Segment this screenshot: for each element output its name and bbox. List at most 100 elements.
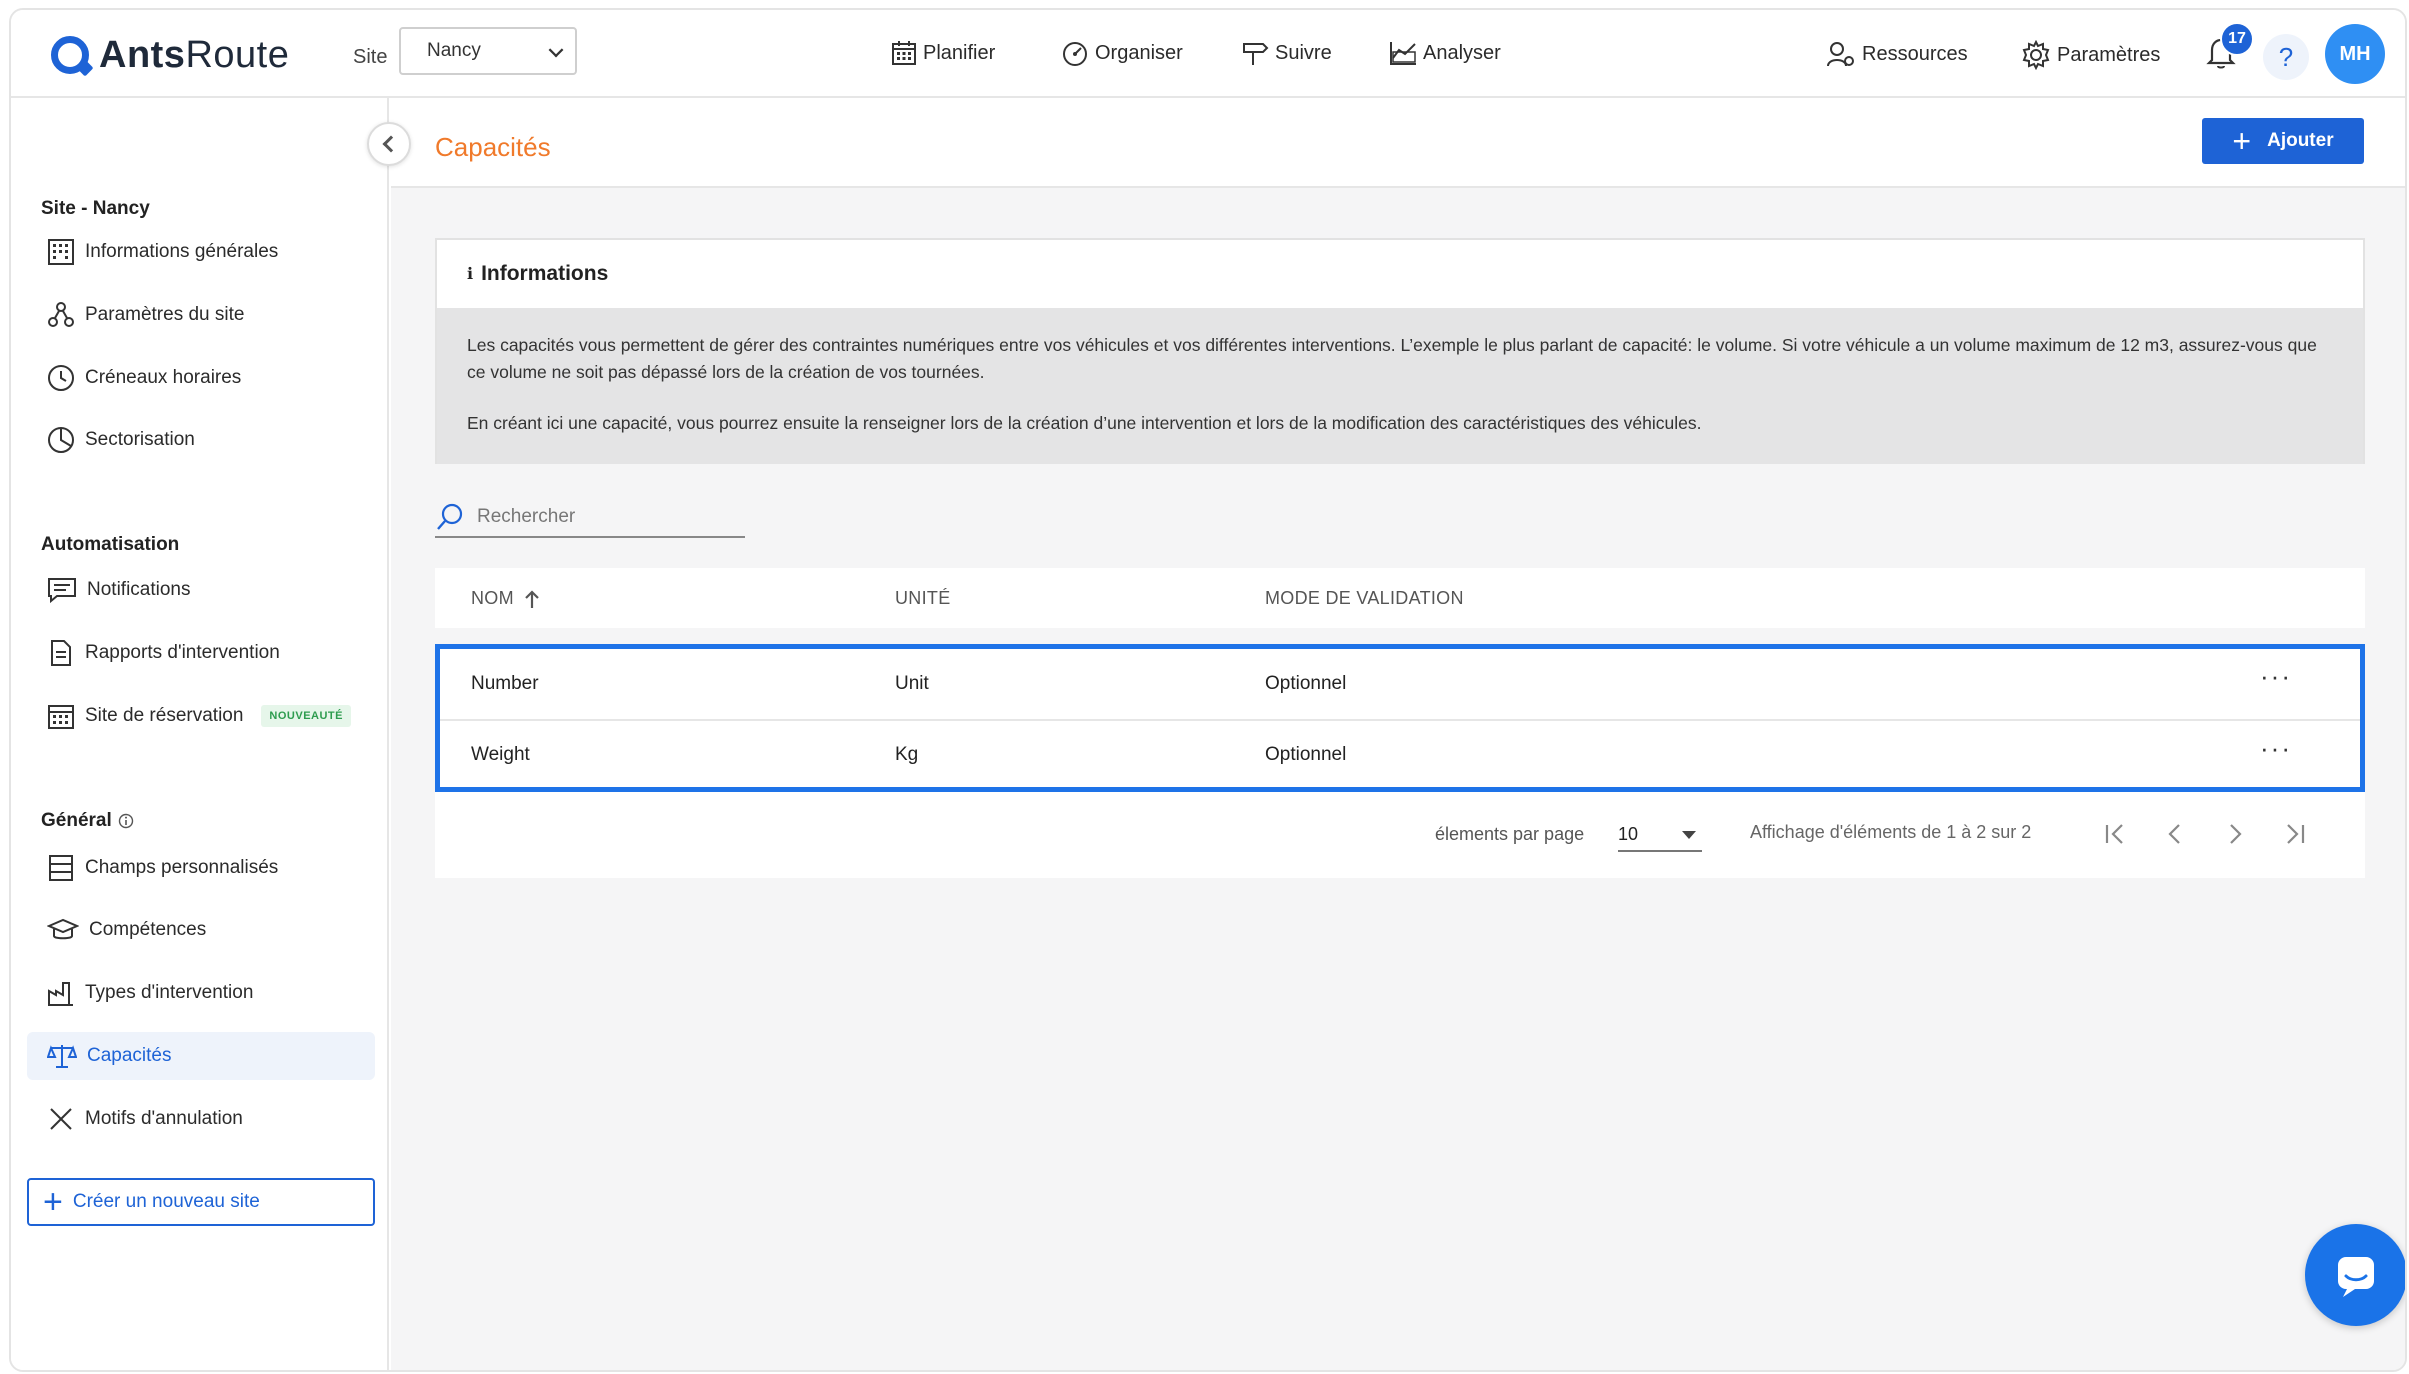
column-header-nom-label: NOM: [471, 588, 514, 608]
add-capacity-button[interactable]: + Ajouter: [2202, 118, 2364, 164]
sidebar-item-label: Compétences: [89, 919, 207, 940]
gear-icon: [2022, 40, 2050, 70]
main-content: Capacités + Ajouter ℹ Informations Les c…: [391, 98, 2405, 1370]
sidebar-item-competences[interactable]: Compétences: [27, 906, 375, 954]
notification-count-badge: 17: [2220, 22, 2254, 56]
sidebar-item-informations-generales[interactable]: Informations générales: [27, 228, 375, 276]
user-gear-icon: [1827, 42, 1854, 67]
nav-parametres[interactable]: Paramètres: [2021, 40, 2160, 70]
chat-support-button[interactable]: [2305, 1224, 2405, 1326]
nav-suivre-label: Suivre: [1275, 41, 1332, 64]
section-title-automatisation: Automatisation: [41, 534, 180, 555]
sidebar-item-label: Site de réservation: [85, 705, 244, 726]
scale-icon: [47, 1045, 77, 1068]
create-new-site-label: Créer un nouveau site: [72, 1191, 260, 1212]
table-row[interactable]: Number Unit Optionnel ···: [440, 649, 2360, 719]
sidebar-item-champs-personnalises[interactable]: Champs personnalisés: [27, 844, 375, 892]
signpost-icon: [1243, 43, 1269, 65]
per-page-label: élements par page: [1435, 824, 1585, 844]
factory-icon: [48, 982, 73, 1006]
per-page-select[interactable]: 10: [1618, 816, 1702, 852]
sidebar-item-creneaux-horaires[interactable]: Créneaux horaires: [27, 354, 375, 402]
cell-name: Weight: [471, 744, 530, 765]
first-page-icon: [2105, 824, 2123, 844]
search-input[interactable]: Rechercher: [435, 498, 745, 538]
plus-icon: +: [43, 1183, 63, 1221]
clock-icon: [48, 365, 74, 391]
cell-name: Number: [471, 673, 539, 694]
column-header-unite[interactable]: UNITÉ: [895, 588, 951, 609]
logo-text: AntsRoute: [99, 33, 290, 76]
building-icon: [48, 239, 74, 265]
sidebar-item-label: Capacités: [87, 1045, 172, 1066]
table-header: NOM UNITÉ MODE DE VALIDATION: [435, 568, 2365, 628]
chevron-down-icon: [548, 42, 564, 58]
new-badge: NOUVEAUTÉ: [261, 705, 351, 727]
chart-icon: [1390, 42, 1416, 65]
section-title-site: Site - Nancy: [41, 198, 150, 219]
sidebar-item-label: Rapports d'intervention: [85, 642, 280, 663]
information-panel-header: ℹ Informations: [437, 240, 2363, 308]
site-select[interactable]: Nancy: [399, 27, 577, 75]
pagination-range-text: Affichage d'éléments de 1 à 2 sur 2: [1750, 822, 2032, 842]
collapse-sidebar-button[interactable]: [367, 122, 411, 166]
gauge-icon: [1063, 42, 1087, 66]
info-circle-icon[interactable]: [118, 813, 134, 829]
nav-analyser-label: Analyser: [1423, 41, 1501, 64]
logo-mark-icon: [51, 36, 89, 74]
sidebar-item-notifications[interactable]: Notifications: [27, 566, 375, 614]
cell-mode: Optionnel: [1265, 744, 1347, 765]
per-page-value: 10: [1618, 824, 1639, 844]
x-icon: [50, 1108, 72, 1130]
previous-page-button[interactable]: [2155, 814, 2195, 854]
sidebar-item-label: Motifs d'annulation: [85, 1108, 243, 1129]
column-header-nom[interactable]: NOM: [471, 588, 540, 609]
calendar-icon: [892, 41, 916, 65]
row-menu-button[interactable]: ···: [2260, 733, 2292, 764]
user-avatar[interactable]: MH: [2325, 24, 2385, 84]
sidebar-item-label: Sectorisation: [85, 429, 195, 450]
search-icon: [437, 503, 463, 530]
nav-suivre[interactable]: Suivre: [1241, 40, 1332, 66]
table-row[interactable]: Weight Kg Optionnel ···: [440, 719, 2360, 789]
next-page-button[interactable]: [2215, 814, 2255, 854]
sidebar-item-capacites[interactable]: Capacités: [27, 1032, 375, 1080]
nav-ressources[interactable]: Ressources: [1826, 40, 1968, 68]
sidebar-item-sectorisation[interactable]: Sectorisation: [27, 416, 375, 464]
row-menu-button[interactable]: ···: [2260, 661, 2292, 692]
nav-planifier[interactable]: Planifier: [891, 40, 995, 66]
section-title-general: Général: [41, 810, 134, 832]
plus-icon: +: [2232, 123, 2252, 159]
sidebar-item-label: Informations générales: [85, 241, 279, 262]
sidebar-item-label: Types d'intervention: [85, 982, 254, 1003]
column-header-mode-validation[interactable]: MODE DE VALIDATION: [1265, 588, 1464, 609]
information-panel: ℹ Informations Les capacités vous permet…: [435, 238, 2365, 464]
sidebar-item-motifs-annulation[interactable]: Motifs d'annulation: [27, 1095, 375, 1143]
nav-analyser[interactable]: Analyser: [1389, 40, 1501, 66]
pie-icon: [48, 427, 74, 453]
nav-organiser[interactable]: Organiser: [1061, 40, 1183, 66]
antsroute-logo[interactable]: AntsRoute: [51, 32, 289, 78]
sidebar-item-rapports-intervention[interactable]: Rapports d'intervention: [27, 629, 375, 677]
pagination-bar: élements par page 10 Affichage d'élément…: [435, 792, 2365, 878]
first-page-button[interactable]: [2095, 814, 2135, 854]
site-label: Site: [353, 46, 388, 68]
form-icon: [49, 855, 73, 881]
sort-arrow-up-icon: [525, 589, 539, 608]
site-select-value: Nancy: [427, 40, 481, 61]
cell-unit: Kg: [895, 744, 919, 765]
info-icon: ℹ: [467, 266, 474, 283]
chevron-left-icon: [2168, 824, 2180, 844]
information-panel-body: Les capacités vous permettent de gérer d…: [437, 308, 2363, 464]
nav-planifier-label: Planifier: [923, 41, 996, 64]
sidebar-item-parametres-site[interactable]: Paramètres du site: [27, 291, 375, 339]
help-button[interactable]: ?: [2263, 34, 2309, 80]
sidebar-item-label: Paramètres du site: [85, 304, 245, 325]
sidebar-item-label: Champs personnalisés: [85, 857, 279, 878]
sidebar-item-site-reservation[interactable]: Site de réservation NOUVEAUTÉ: [27, 692, 375, 740]
search-placeholder: Rechercher: [477, 506, 576, 527]
settings-sidebar: Site - Nancy Informations générales Para…: [11, 98, 389, 1370]
sidebar-item-types-intervention[interactable]: Types d'intervention: [27, 969, 375, 1017]
create-new-site-button[interactable]: + Créer un nouveau site: [27, 1178, 375, 1226]
last-page-button[interactable]: [2275, 814, 2315, 854]
